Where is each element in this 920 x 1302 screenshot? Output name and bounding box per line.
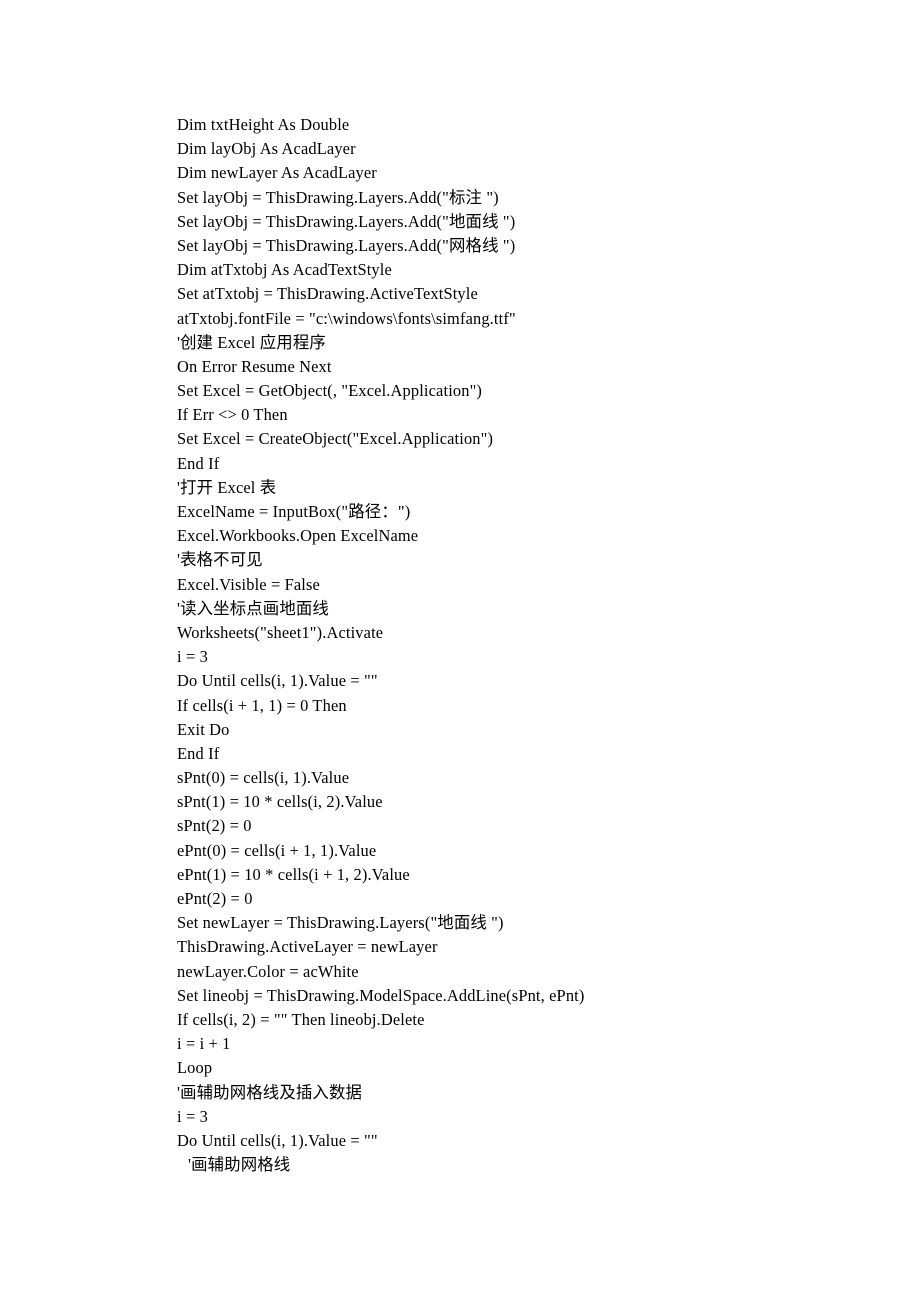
code-line: i = 3 [177, 1106, 208, 1126]
code-line: Set newLayer = ThisDrawing.Layers("地面线 "… [177, 913, 504, 933]
code-line: '打开 Excel 表 [177, 477, 277, 497]
code-line: ePnt(1) = 10 * cells(i + 1, 2).Value [177, 864, 410, 884]
code-line: sPnt(0) = cells(i, 1).Value [177, 768, 350, 788]
code-line: If cells(i + 1, 1) = 0 Then [177, 695, 347, 715]
code-line: Dim atTxtobj As AcadTextStyle [177, 260, 392, 280]
code-line: i = 3 [177, 647, 208, 667]
code-line: sPnt(1) = 10 * cells(i, 2).Value [177, 792, 383, 812]
code-line: Set layObj = ThisDrawing.Layers.Add("网格线… [177, 235, 516, 255]
code-line: '画辅助网格线及插入数据 [177, 1082, 363, 1102]
code-line: ePnt(2) = 0 [177, 889, 253, 908]
code-line: '画辅助网格线 [188, 1155, 291, 1175]
code-line: If Err <> 0 Then [177, 405, 288, 425]
code-line: End If [177, 453, 220, 473]
code-line: On Error Resume Next [177, 356, 332, 376]
code-line: atTxtobj.fontFile = "c:\windows\fonts\si… [177, 308, 516, 328]
code-line: sPnt(2) = 0 [177, 816, 252, 836]
code-line: Set layObj = ThisDrawing.Layers.Add("地面线… [177, 211, 516, 231]
code-line: ThisDrawing.ActiveLayer = newLayer [177, 937, 438, 957]
code-line: ePnt(0) = cells(i + 1, 1).Value [177, 840, 377, 860]
code-line: Dim txtHeight As Double [177, 115, 350, 134]
code-line: Set Excel = GetObject(, "Excel.Applicati… [177, 381, 483, 401]
document-page: Dim txtHeight As Double Dim layObj As Aca… [0, 0, 920, 1302]
code-line: End If [177, 743, 220, 763]
code-line: i = i + 1 [177, 1034, 231, 1054]
code-line: Do Until cells(i, 1).Value = "" [177, 671, 378, 691]
code-line: Dim newLayer As AcadLayer [177, 163, 377, 183]
code-line: If cells(i, 2) = "" Then lineobj.Delete [177, 1009, 425, 1029]
code-line: Set layObj = ThisDrawing.Layers.Add("标注 … [177, 187, 499, 207]
code-line: Exit Do [177, 719, 230, 739]
code-line: ExcelName = InputBox("路径：") [177, 502, 411, 521]
code-line: '表格不可见 [177, 550, 263, 570]
code-line: '读入坐标点画地面线 [177, 598, 329, 618]
code-line: Set Excel = CreateObject("Excel.Applicat… [177, 429, 494, 449]
code-listing: Dim txtHeight As Double Dim layObj As Aca… [177, 113, 877, 1177]
code-line: Dim layObj As AcadLayer [177, 139, 356, 159]
code-line: Excel.Workbooks.Open ExcelName [177, 526, 419, 546]
code-line: '创建 Excel 应用程序 [177, 332, 326, 352]
code-line: Do Until cells(i, 1).Value = "" [177, 1130, 378, 1150]
code-line: Loop [177, 1058, 213, 1078]
code-line: Set atTxtobj = ThisDrawing.ActiveTextSty… [177, 284, 478, 304]
code-line: Excel.Visible = False [177, 574, 320, 594]
code-line: Worksheets("sheet1").Activate [177, 622, 384, 642]
code-line: newLayer.Color = acWhite [177, 961, 359, 981]
code-line: Set lineobj = ThisDrawing.ModelSpace.Add… [177, 985, 585, 1005]
